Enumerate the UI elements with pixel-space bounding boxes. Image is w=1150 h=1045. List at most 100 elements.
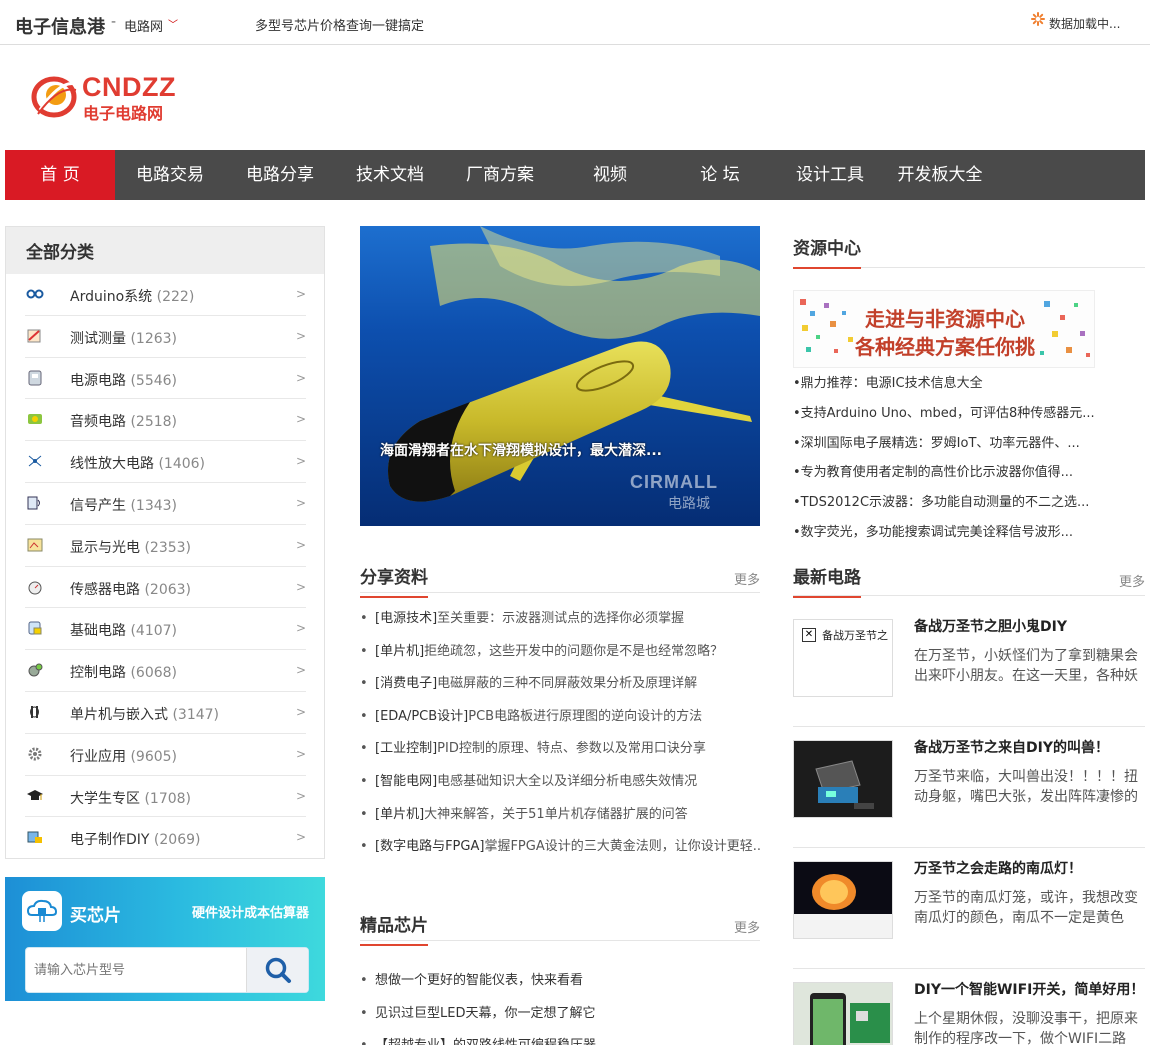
circuit-card[interactable]: DIY一个智能WIFI开关，简单好用！ 上个星期休假，没聊没事干，把原来制作的程… bbox=[793, 969, 1145, 1045]
category-count: (2518) bbox=[130, 414, 178, 431]
chip-search-button[interactable] bbox=[246, 948, 308, 992]
graduation-cap-icon bbox=[27, 789, 43, 800]
broken-image-icon: ✕ bbox=[802, 628, 816, 642]
nav-dev-boards[interactable]: 开发板大全 bbox=[885, 150, 995, 200]
site-logo[interactable]: CNDZZ 电子电路网 bbox=[30, 68, 180, 126]
list-item[interactable]: 想做一个更好的智能仪表，快来看看 bbox=[360, 965, 760, 998]
site-switcher[interactable]: 电路网 bbox=[124, 16, 163, 35]
arduino-icon bbox=[26, 289, 44, 299]
chevron-right-icon: > bbox=[295, 746, 306, 761]
category-item[interactable]: 电源电路 (5546) > bbox=[25, 358, 306, 400]
category-item[interactable]: 测试测量 (1263) > bbox=[25, 316, 306, 358]
category-count: (3147) bbox=[172, 706, 220, 723]
circuit-title[interactable]: DIY一个智能WIFI开关，简单好用！ bbox=[914, 979, 1144, 999]
resource-banner[interactable]: 走进与非资源中心 各种经典方案任你挑 bbox=[793, 290, 1095, 368]
category-item[interactable]: 行业应用 (9605) > bbox=[25, 734, 306, 776]
chevron-right-icon: > bbox=[295, 537, 306, 552]
circuit-thumbnail[interactable]: ✕ 备战万圣节之 bbox=[793, 619, 893, 697]
latest-more-link[interactable]: 更多 bbox=[1119, 571, 1145, 590]
buy-chips-title: 买芯片 bbox=[70, 906, 121, 926]
chevron-down-icon[interactable]: ﹀ bbox=[168, 16, 178, 31]
buy-chips-panel: 买芯片 硬件设计成本估算器 bbox=[5, 877, 325, 1001]
circuit-title[interactable]: 备战万圣节之来自DIY的叫兽！ bbox=[914, 737, 1109, 757]
list-item[interactable]: •专为教育使用者定制的高性价比示波器你值得... bbox=[793, 458, 1123, 488]
category-item[interactable]: 大学生专区 (1708) > bbox=[25, 776, 306, 818]
category-item[interactable]: 信号产生 (1343) > bbox=[25, 483, 306, 525]
chip-search-input[interactable] bbox=[26, 948, 246, 992]
list-item[interactable]: [电源技术]至关重要：示波器测试点的选择你必须掌握 bbox=[360, 603, 760, 636]
circuit-thumbnail-image bbox=[794, 983, 892, 1045]
category-name: 行业应用 bbox=[70, 748, 126, 765]
category-item[interactable]: 传感器电路 (2063) > bbox=[25, 567, 306, 609]
display-icon bbox=[27, 538, 43, 552]
category-item[interactable]: 单片机与嵌入式 (3147) > bbox=[25, 692, 306, 734]
thumbnail-alt-text: 备战万圣节之 bbox=[822, 629, 888, 642]
promo-link[interactable]: 多型号芯片价格查询一键搞定 bbox=[255, 15, 424, 34]
list-item[interactable]: 见识过巨型LED天幕，你一定想了解它 bbox=[360, 998, 760, 1031]
chevron-right-icon: > bbox=[295, 454, 306, 469]
circuit-title[interactable]: 备战万圣节之胆小鬼DIY bbox=[914, 616, 1067, 636]
category-item[interactable]: 控制电路 (6068) > bbox=[25, 650, 306, 692]
circuit-thumbnail[interactable] bbox=[793, 740, 893, 818]
list-item[interactable]: [智能电网]电感基础知识大全以及详细分析电感失效情况 bbox=[360, 766, 760, 799]
category-item[interactable]: Arduino系统 (222) > bbox=[25, 274, 306, 316]
featured-chips-title: 精品芯片 bbox=[360, 911, 428, 946]
category-item[interactable]: 线性放大电路 (1406) > bbox=[25, 441, 306, 483]
nav-home[interactable]: 首 页 bbox=[5, 150, 115, 200]
category-item[interactable]: 基础电路 (4107) > bbox=[25, 608, 306, 651]
category-name: 电源电路 bbox=[70, 372, 126, 389]
list-item[interactable]: •深圳国际电子展精选：罗姆IoT、功率元器件、... bbox=[793, 429, 1123, 459]
featured-chips-more-link[interactable]: 更多 bbox=[734, 917, 760, 936]
list-item[interactable]: [EDA/PCB设计]PCB电路板进行原理图的逆向设计的方法 bbox=[360, 701, 760, 734]
circuit-thumbnail-image bbox=[794, 862, 892, 938]
cost-estimator-link[interactable]: 硬件设计成本估算器 bbox=[192, 902, 309, 921]
site-brand[interactable]: 电子信息港 bbox=[15, 13, 105, 39]
list-item[interactable]: 【超越专业】的双路线性可编程稳压器 bbox=[360, 1030, 760, 1045]
main-nav: 首 页 电路交易 电路分享 技术文档 厂商方案 视频 论 坛 设计工具 开发板大… bbox=[5, 150, 1145, 200]
list-item[interactable]: •TDS2012C示波器：多功能自动测量的不二之选... bbox=[793, 488, 1123, 518]
category-panel-title: 全部分类 bbox=[6, 227, 324, 274]
circuit-card[interactable]: ✕ 备战万圣节之 备战万圣节之胆小鬼DIY 在万圣节，小妖怪们为了拿到糖果会出来… bbox=[793, 606, 1145, 727]
circuit-title[interactable]: 万圣节之会走路的南瓜灯！ bbox=[914, 858, 1082, 878]
circuit-card[interactable]: 备战万圣节之来自DIY的叫兽！ 万圣节来临，大叫兽出没！！！！扭动身躯，嘴巴大张… bbox=[793, 727, 1145, 848]
list-item[interactable]: •支持Arduino Uno、mbed，可评估8种传感器元... bbox=[793, 399, 1123, 429]
signal-icon bbox=[27, 496, 40, 510]
circuit-thumbnail[interactable] bbox=[793, 861, 893, 939]
logo-text-en: CNDZZ bbox=[82, 72, 176, 102]
share-section: 分享资料 更多 [电源技术]至关重要：示波器测试点的选择你必须掌握 [单片机]拒… bbox=[360, 553, 760, 864]
logo-text-cn: 电子电路网 bbox=[83, 104, 164, 123]
list-item[interactable]: [消费电子]电磁屏蔽的三种不同屏蔽效果分析及原理详解 bbox=[360, 668, 760, 701]
featured-chips-section: 精品芯片 更多 想做一个更好的智能仪表，快来看看 见识过巨型LED天幕，你一定想… bbox=[360, 901, 760, 1045]
nav-forum[interactable]: 论 坛 bbox=[665, 150, 775, 200]
list-item[interactable]: [工业控制]PID控制的原理、特点、参数以及常用口诀分享 bbox=[360, 733, 760, 766]
category-name: 基础电路 bbox=[70, 623, 126, 640]
circuit-thumbnail[interactable] bbox=[793, 982, 893, 1045]
circuit-thumbnail-image bbox=[794, 741, 892, 817]
category-item[interactable]: 电子制作DIY (2069) > bbox=[25, 817, 306, 859]
nav-circuit-share[interactable]: 电路分享 bbox=[225, 150, 335, 200]
nav-circuit-trade[interactable]: 电路交易 bbox=[115, 150, 225, 200]
list-item[interactable]: [数字电路与FPGA]掌握FPGA设计的三大黄金法则，让你设计更轻... bbox=[360, 831, 760, 864]
category-name: 测试测量 bbox=[70, 330, 126, 347]
nav-vendor-solutions[interactable]: 厂商方案 bbox=[445, 150, 555, 200]
circuit-card[interactable]: 万圣节之会走路的南瓜灯！ 万圣节的南瓜灯笼，或许，我想改变南瓜灯的颜色，南瓜不一… bbox=[793, 848, 1145, 969]
chevron-right-icon: > bbox=[295, 704, 306, 719]
latest-circuits-title: 最新电路 bbox=[793, 563, 861, 598]
share-more-link[interactable]: 更多 bbox=[734, 569, 760, 588]
list-item[interactable]: [单片机]拒绝疏忽，这些开发中的问题你是不是也经常忽略？ bbox=[360, 636, 760, 669]
chevron-right-icon: > bbox=[295, 830, 306, 845]
hero-caption[interactable]: 海面滑翔者在水下滑翔模拟设计，最大潜深... bbox=[380, 440, 662, 460]
hero-slide[interactable]: 海面滑翔者在水下滑翔模拟设计，最大潜深... CIRMALL 电路城 bbox=[360, 226, 760, 526]
chevron-right-icon: > bbox=[295, 287, 306, 301]
nav-design-tools[interactable]: 设计工具 bbox=[775, 150, 885, 200]
category-item[interactable]: 音频电路 (2518) > bbox=[25, 399, 306, 442]
nav-video[interactable]: 视频 bbox=[555, 150, 665, 200]
chip-search bbox=[25, 947, 309, 993]
network-icon bbox=[28, 455, 42, 467]
list-item[interactable]: •鼎力推荐：电源IC技术信息大全 bbox=[793, 369, 1123, 399]
category-item[interactable]: 显示与光电 (2353) > bbox=[25, 525, 306, 567]
list-item[interactable]: [单片机]大神来解答，关于51单片机存储器扩展的问答 bbox=[360, 799, 760, 832]
nav-tech-docs[interactable]: 技术文档 bbox=[335, 150, 445, 200]
svg-text:各种经典方案任你挑: 各种经典方案任你挑 bbox=[854, 335, 1035, 359]
list-item[interactable]: •数字荧光，多功能搜索调试完美诠释信号波形... bbox=[793, 518, 1123, 548]
